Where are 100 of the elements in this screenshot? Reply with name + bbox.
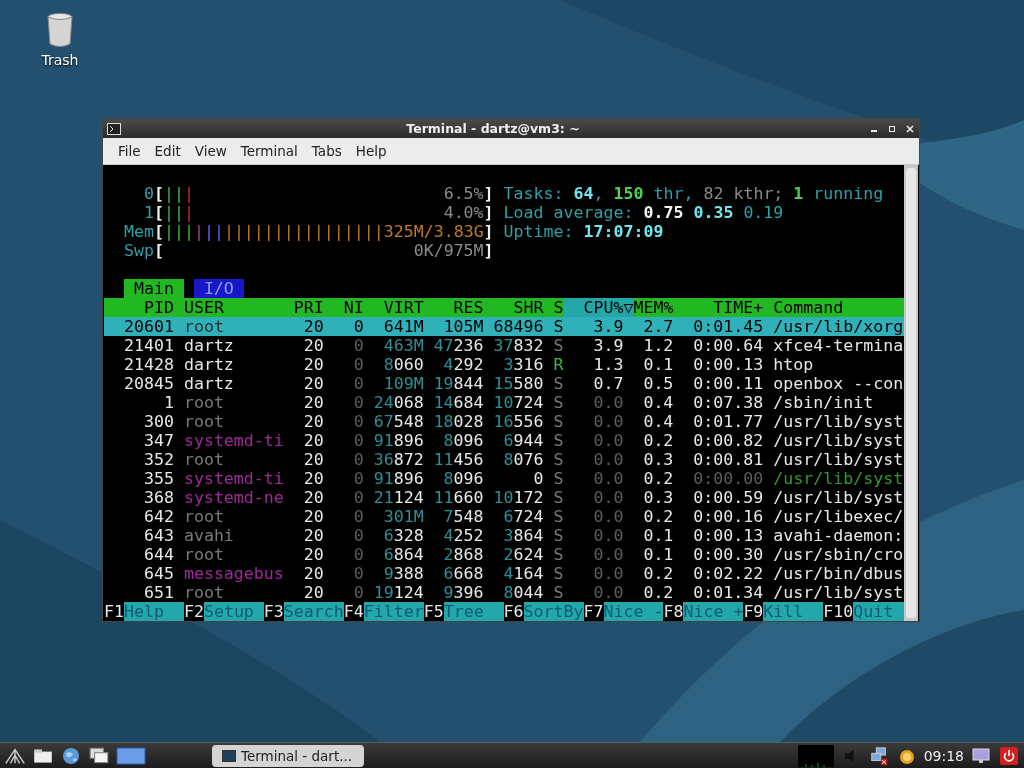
table-cell-text: 16556	[492, 412, 544, 431]
table-cell-text: avahi-daemon:	[772, 526, 904, 545]
table-cell-text: 0:02.22	[692, 564, 764, 583]
table-cell-text: 641M	[382, 317, 424, 336]
globe-icon[interactable]	[60, 745, 82, 766]
table-cell-text: 20	[302, 583, 324, 602]
table-cell-text: 2868	[442, 545, 484, 564]
power-icon[interactable]	[998, 745, 1020, 766]
function-key[interactable]: F5	[423, 602, 444, 621]
process-row[interactable]: 651 root 20 0 19124 9396 8044 S 0.0 0.2 0:01.34 /usr/lib/syst	[104, 583, 904, 602]
table-cell-text: 20845	[122, 374, 174, 393]
function-key[interactable]: F7	[583, 602, 604, 621]
table-cell-text: 4252	[442, 526, 484, 545]
table-cell-text: 20	[302, 488, 324, 507]
process-row[interactable]: 352 root 20 0 36872 11456 8076 S 0.0 0.3 0:00.81 /usr/lib/syst	[104, 450, 904, 469]
table-cell-text: 91896	[372, 431, 424, 450]
meter-bracket: [	[153, 203, 164, 222]
maximize-icon[interactable]	[887, 123, 897, 134]
table-cell-text: 0.2	[642, 583, 674, 602]
table-cell-text: 0:00.30	[692, 545, 764, 564]
process-row[interactable]: 21401 dartz 20 0 463M 47236 37832 S 3.9 1.2 0:00.64 xfce4-termina	[104, 336, 904, 355]
table-cell-text: /usr/lib/syst	[772, 431, 904, 450]
table-cell-text: 0	[352, 374, 364, 393]
table-cell-text: /usr/lib/syst	[772, 412, 904, 431]
column-header[interactable]: MEM%	[633, 298, 674, 317]
process-row[interactable]: 355 systemd-ti 20 0 91896 8096 0 S 0.0 0.2 0:00.00 /usr/lib/syst	[104, 469, 904, 488]
table-cell-text: 0:01.45	[692, 317, 764, 336]
menu-item[interactable]: File	[111, 143, 148, 159]
process-row[interactable]: 644 root 20 0 6864 2868 2624 S 0.0 0.1 0:00.30 /usr/sbin/cro	[104, 545, 904, 564]
function-key[interactable]: F3	[263, 602, 284, 621]
table-cell-text: S	[552, 507, 564, 526]
meter-value: 4.0%	[443, 203, 484, 222]
function-key[interactable]: F1	[104, 602, 124, 621]
table-cell-text: /usr/lib/syst	[772, 450, 904, 469]
process-row[interactable]: 643 avahi 20 0 6328 4252 3864 S 0.0 0.1 0:00.13 avahi-daemon:	[104, 526, 904, 545]
table-cell-text: avahi	[182, 526, 235, 545]
process-row[interactable]: 368 systemd-ne 20 0 21124 11660 10172 S 0.0 0.3 0:00.59 /usr/lib/syst	[104, 488, 904, 507]
table-cell-text: 8096	[442, 469, 484, 488]
table-cell-text: 0	[532, 469, 544, 488]
trash-icon[interactable]	[46, 12, 74, 48]
monitor-icon[interactable]	[970, 745, 992, 766]
process-row[interactable]: 20601 root 20 0 641M 105M 68496 S 3.9 2.7 0:01.45 /usr/lib/xorg	[104, 317, 904, 336]
function-key[interactable]: F9	[743, 602, 764, 621]
process-row[interactable]: 300 root 20 0 67548 18028 16556 S 0.0 0.4 0:01.77 /usr/lib/syst	[104, 412, 904, 431]
window-title: Terminal - dartz@vm3: ~	[405, 121, 581, 136]
table-cell-text: 651	[142, 583, 174, 602]
table-cell-text: 0.0	[592, 564, 624, 583]
table-cell-text: /usr/lib/xorg	[772, 317, 904, 336]
process-row[interactable]: 347 systemd-ti 20 0 91896 8096 6944 S 0.0 0.2 0:00.82 /usr/lib/syst	[104, 431, 904, 450]
menu-item[interactable]: Terminal	[233, 143, 305, 159]
process-row[interactable]: 20845 dartz 20 0 109M 19844 15580 S 0.7 0.5 0:00.11 openbox --con	[104, 374, 904, 393]
process-row[interactable]: 642 root 20 0 301M 7548 6724 S 0.0 0.2 0:00.16 /usr/libexec/	[104, 507, 904, 526]
column-header[interactable]: SHR	[483, 298, 544, 317]
table-cell-text: 0	[352, 488, 364, 507]
function-key[interactable]: F4	[343, 602, 364, 621]
table-cell-text: 11660	[432, 488, 484, 507]
meter-label: Mem	[122, 222, 154, 241]
table-cell-text: 19844	[432, 374, 484, 393]
table-cell-text: S	[552, 393, 564, 412]
column-header[interactable]: RES	[423, 298, 484, 317]
table-cell-text: 644	[142, 545, 174, 564]
windows-icon[interactable]	[88, 745, 110, 766]
table-cell-text: 0	[352, 545, 364, 564]
menu-item[interactable]: Tabs	[304, 143, 349, 159]
function-key[interactable]: F2	[183, 602, 204, 621]
clock[interactable]: 09:18	[923, 747, 964, 764]
tab[interactable]: I/O	[193, 279, 244, 298]
taskbar-button[interactable]: Terminal - dart...	[212, 744, 365, 767]
desktop-icon-label[interactable]: Trash	[41, 52, 79, 68]
cpu-graph	[797, 744, 834, 767]
table-cell-text: 0.3	[642, 450, 674, 469]
column-header[interactable]: S	[543, 298, 564, 317]
table-cell-text: 355	[142, 469, 174, 488]
workspace-icon[interactable]	[116, 745, 146, 766]
process-row[interactable]: 21428 dartz 20 0 8060 4292 3316 R 1.3 0.1 0:00.13 htop	[104, 355, 904, 374]
menu-item[interactable]: Edit	[147, 143, 188, 159]
column-header[interactable]: VIRT	[363, 298, 424, 317]
process-row[interactable]: 1 root 20 0 24068 14684 10724 S 0.0 0.4 0:07.38 /sbin/init	[104, 393, 904, 412]
table-cell-text: 36872	[372, 450, 424, 469]
table-cell-text: 0:00.64	[692, 336, 764, 355]
table-cell-text: 0	[352, 507, 364, 526]
function-key[interactable]: F8	[663, 602, 684, 621]
scrollbar[interactable]	[904, 165, 918, 621]
menu-item[interactable]: Help	[348, 143, 394, 159]
function-key[interactable]: F10	[823, 602, 854, 621]
meter-value: 6.5%	[443, 184, 484, 203]
table-cell-text: S	[552, 469, 564, 488]
function-key[interactable]: F6	[503, 602, 524, 621]
tab[interactable]: Main	[123, 279, 184, 298]
column-header[interactable]: USER	[173, 298, 294, 317]
menu-item[interactable]: View	[187, 143, 234, 159]
column-header[interactable]: PID	[104, 298, 174, 317]
column-header[interactable]: TIME+	[673, 298, 764, 317]
table-cell-text: 0.0	[592, 545, 624, 564]
close-icon[interactable]	[905, 123, 915, 134]
process-row[interactable]: 645 messagebus 20 0 9388 6668 4164 S 0.0 0.2 0:02.22 /usr/bin/dbus	[104, 564, 904, 583]
column-header[interactable]: Command	[763, 298, 904, 317]
table-cell-text: 0.4	[642, 393, 674, 412]
column-header[interactable]: PRI	[293, 298, 324, 317]
column-header[interactable]: NI	[323, 298, 364, 317]
